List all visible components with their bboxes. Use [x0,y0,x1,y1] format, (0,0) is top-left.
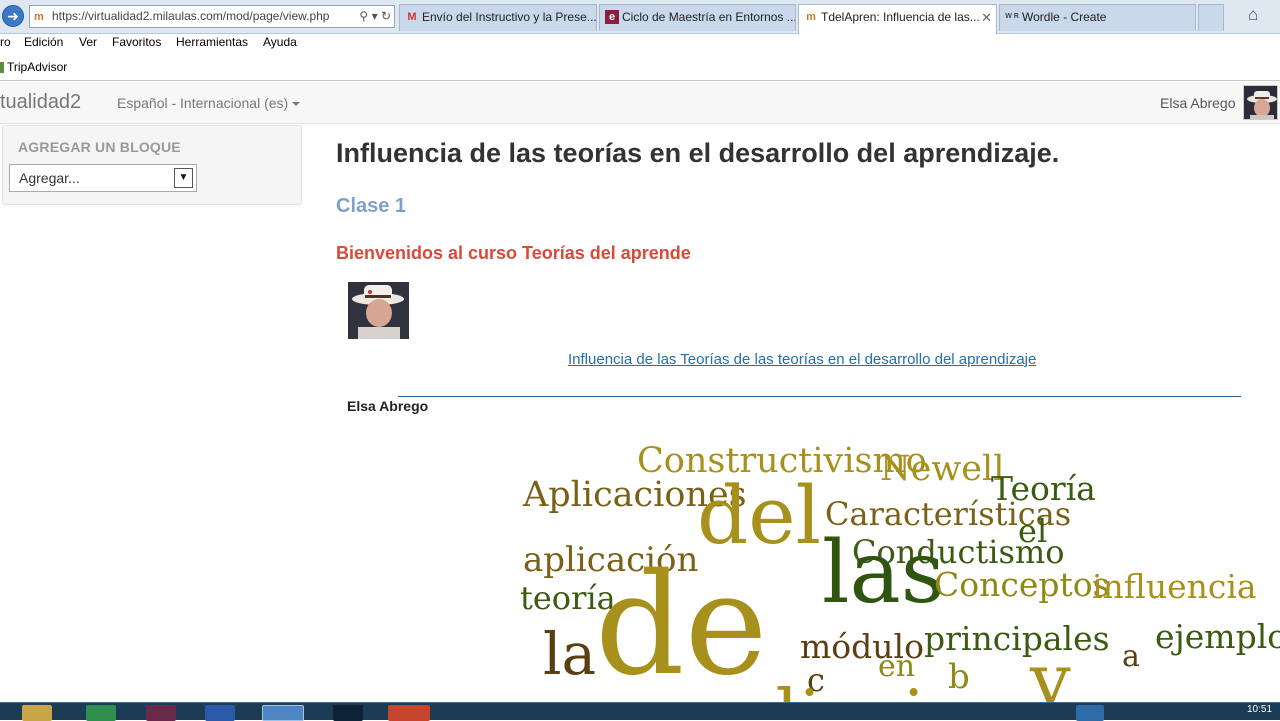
tab-tdelapren[interactable]: m TdelApren: Influencia de las... ✕ [798,4,997,34]
menu-item-ver[interactable]: Ver [79,35,97,49]
tab-ciclo[interactable]: e Ciclo de Maestría en Entornos ... [599,4,796,31]
dropdown-icon[interactable]: ▾ [372,9,378,23]
powerpoint-icon[interactable] [388,705,430,721]
favorite-tripadvisor[interactable]: TripAdvisor [0,60,67,74]
word-cloud-image: Constructivismo Newell Teoría Aplicacion… [500,430,1280,703]
refresh-icon[interactable]: ↻ [381,9,391,23]
page-title: Influencia de las teorías en el desarrol… [336,138,1060,168]
user-name[interactable]: Elsa Abrego [1160,95,1236,111]
taskbar: 10:51 [0,702,1280,721]
tab-wordle[interactable]: W R Wordle - Create [999,4,1196,31]
app-icon[interactable] [146,705,176,721]
site-favicon-icon: m [34,11,44,23]
author-photo [348,282,409,339]
site-brand[interactable]: tualidad2 [0,91,81,114]
internet-explorer-icon[interactable] [262,705,304,721]
forward-icon[interactable]: ➜ [2,5,24,27]
store-icon[interactable] [86,705,116,721]
word-icon[interactable] [205,705,235,721]
browser-toolbar: ➜ m https://virtualidad2.milaulas.com/mo… [0,0,1280,34]
menu-bar: ro Edición Ver Favoritos Herramientas Ay… [0,34,1280,57]
moodle-icon: m [806,11,816,23]
user-avatar[interactable] [1243,85,1278,120]
select-value: Agregar... [19,170,80,186]
cloud-word: principales [924,619,1110,658]
menu-item-herramientas[interactable]: Herramientas [176,35,248,49]
author-name: Elsa Abrego [347,398,429,414]
address-controls[interactable]: ⚲ ▾ ↻ [355,6,391,27]
wordle-icon: W R [1005,13,1019,20]
search-icon[interactable]: ⚲ [359,9,368,23]
content-link[interactable]: Influencia de las Teorías de las teorías… [568,351,1036,368]
tab-label: Ciclo de Maestría en Entornos ... [622,10,796,24]
menu-item-favoritos[interactable]: Favoritos [112,35,161,49]
favorites-bar: TripAdvisor [0,57,1280,81]
close-tab-icon[interactable]: ✕ [981,5,992,30]
address-url: https://virtualidad2.milaulas.com/mod/pa… [52,9,330,23]
cloud-word: las [822,523,945,623]
menu-item-edicion[interactable]: Edición [24,35,63,49]
home-icon[interactable]: ⌂ [1248,6,1266,24]
tab-label: Envío del Instructivo y la Prese... [422,10,597,24]
menu-item-ayuda[interactable]: Ayuda [263,35,297,49]
cloud-word: influencia [1092,567,1257,606]
cloud-word: Newell [880,449,1005,489]
welcome-heading: Bienvenidos al curso Teorías del aprende [336,243,691,263]
tab-gmail[interactable]: M Envío del Instructivo y la Prese... [399,4,597,31]
cloud-word: a [1122,639,1140,674]
tripadvisor-icon [0,62,4,74]
section-heading: Clase 1 [336,195,407,217]
cloud-word: y [1030,638,1071,702]
address-bar[interactable]: m https://virtualidad2.milaulas.com/mod/… [29,5,395,28]
caret-down-icon [292,102,301,107]
tab-label: TdelApren: Influencia de las... [821,10,980,24]
new-tab-button[interactable] [1198,4,1224,31]
add-block-panel: AGREGAR UN BLOQUE Agregar... ▼ [2,125,302,205]
hp-icon[interactable] [333,705,363,721]
file-explorer-icon[interactable] [22,705,52,721]
chevron-down-icon[interactable]: ▼ [174,168,193,188]
divider [398,396,1241,397]
language-label: Español - Internacional (es) [117,95,289,111]
site-navbar: tualidad2 Español - Internacional (es) E… [0,82,1280,124]
add-block-title: AGREGAR UN BLOQUE [18,139,181,155]
tab-label: Wordle - Create [1022,10,1107,24]
language-tray-icon[interactable] [1076,705,1104,721]
add-block-select[interactable]: Agregar... ▼ [9,164,197,192]
favorite-label: TripAdvisor [7,60,68,74]
cloud-word: aprendizaje [540,680,967,702]
cloud-word: Conceptos [934,565,1110,604]
menu-item-archivo[interactable]: ro [0,35,11,49]
language-menu[interactable]: Español - Internacional (es) [117,95,301,111]
system-clock[interactable]: 10:51 [1247,704,1272,715]
gmail-icon: M [407,11,417,23]
bookmark-icon: e [605,10,619,24]
cloud-word: ejemplos [1155,617,1280,656]
